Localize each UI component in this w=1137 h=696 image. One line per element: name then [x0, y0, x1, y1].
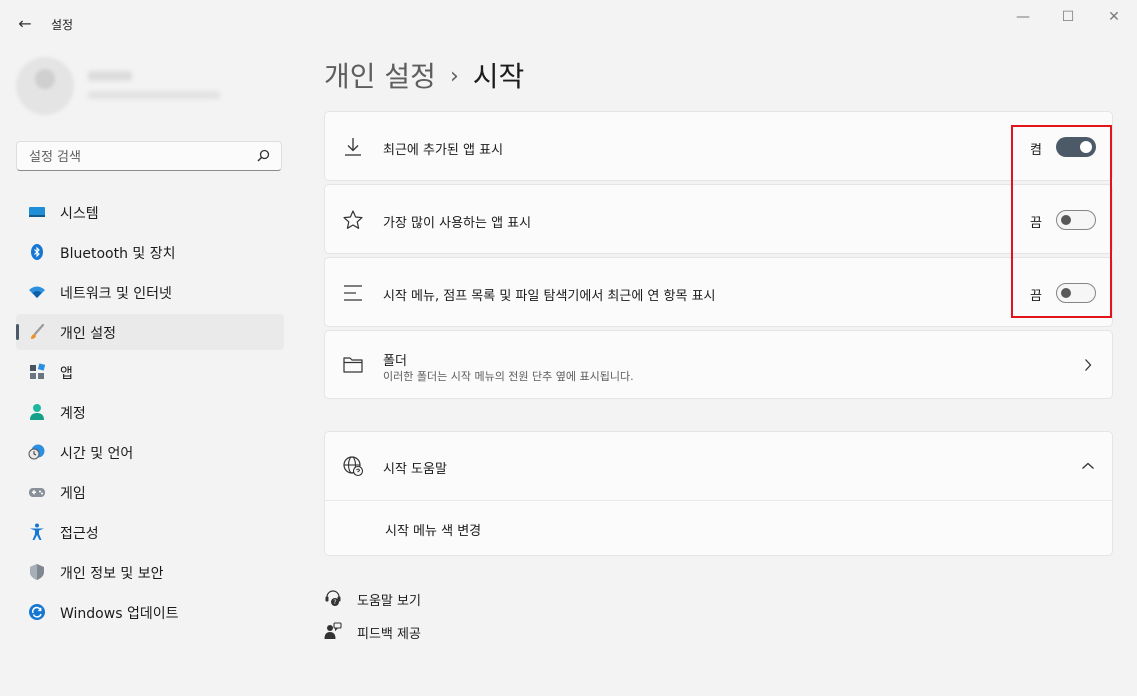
bluetooth-icon — [31, 244, 43, 260]
back-button[interactable]: ← — [14, 13, 36, 35]
setting-folders[interactable]: 폴더 이러한 폴더는 시작 메뉴의 전원 단추 옆에 표시됩니다. — [324, 330, 1113, 399]
shield-icon — [30, 564, 44, 580]
chevron-up-icon[interactable] — [1080, 458, 1096, 474]
list-icon — [344, 285, 362, 301]
annotation-highlight-box — [1011, 125, 1112, 318]
sidebar-item-label: 앱 — [60, 366, 73, 382]
sidebar-item-personalization[interactable]: 개인 설정 — [16, 314, 284, 350]
sidebar-item-label: Bluetooth 및 장치 — [60, 246, 176, 262]
help-section: 시작 도움말 시작 메뉴 색 변경 — [324, 431, 1113, 556]
sidebar-item-network[interactable]: 네트워크 및 인터넷 — [16, 274, 284, 310]
account-icon — [30, 404, 44, 420]
setting-label: 시작 메뉴, 점프 목록 및 파일 탐색기에서 최근에 연 항목 표시 — [383, 289, 716, 304]
setting-label: 가장 많이 사용하는 앱 표시 — [383, 216, 532, 231]
help-section-title: 시작 도움말 — [383, 462, 447, 477]
sidebar-item-label: 계정 — [60, 406, 86, 422]
breadcrumb-parent[interactable]: 개인 설정 — [324, 60, 436, 93]
brush-icon — [31, 323, 45, 339]
page-title: 시작 — [472, 60, 525, 93]
help-section-header[interactable]: 시작 도움말 — [325, 432, 1112, 500]
chevron-right-icon — [1085, 359, 1092, 371]
sidebar-item-gaming[interactable]: 게임 — [16, 474, 284, 510]
folder-icon — [343, 357, 363, 373]
sidebar-item-label: 게임 — [60, 486, 86, 502]
sidebar-item-bluetooth[interactable]: Bluetooth 및 장치 — [16, 234, 284, 270]
sidebar-item-accounts[interactable]: 계정 — [16, 394, 284, 430]
breadcrumb: 개인 설정 › 시작 — [324, 55, 524, 95]
window-title: 설정 — [51, 18, 74, 32]
setting-description: 이러한 폴더는 시작 메뉴의 전원 단추 옆에 표시됩니다. — [383, 370, 634, 383]
sidebar-nav: 시스템 Bluetooth 및 장치 네트워크 및 인터넷 개인 설정 앱 계정… — [16, 194, 284, 634]
setting-most-used-apps: 가장 많이 사용하는 앱 표시 끔 — [324, 184, 1113, 254]
apps-icon — [30, 363, 46, 379]
sidebar-item-accessibility[interactable]: 접근성 — [16, 514, 284, 550]
sidebar-item-windows-update[interactable]: Windows 업데이트 — [16, 594, 284, 630]
user-profile[interactable] — [16, 57, 256, 117]
close-button[interactable]: ✕ — [1094, 6, 1134, 28]
help-link-change-start-color[interactable]: 시작 메뉴 색 변경 — [385, 520, 481, 539]
get-help-label: 도움말 보기 — [357, 594, 421, 609]
profile-email-redacted — [88, 91, 220, 99]
maximize-button[interactable]: ☐ — [1048, 6, 1088, 28]
minimize-button[interactable]: — — [1003, 6, 1043, 28]
wifi-icon — [29, 286, 45, 298]
sidebar-item-label: 접근성 — [60, 526, 99, 542]
accessibility-icon — [30, 523, 44, 540]
search-icon[interactable] — [255, 148, 271, 164]
sidebar-item-time-language[interactable]: 시간 및 언어 — [16, 434, 284, 470]
download-icon — [345, 138, 361, 156]
time-language-icon — [28, 444, 45, 460]
title-bar: ← 설정 — ☐ ✕ — [0, 0, 1137, 46]
sidebar-item-label: Windows 업데이트 — [60, 606, 179, 622]
sidebar-item-label: 시스템 — [60, 206, 99, 222]
star-icon — [343, 210, 363, 229]
feedback-label: 피드백 제공 — [357, 627, 421, 642]
feedback-icon — [324, 622, 342, 639]
sidebar-item-label: 개인 설정 — [60, 326, 116, 342]
help-chat-icon: ? — [325, 590, 341, 606]
divider — [325, 500, 1112, 501]
globe-help-icon — [343, 456, 364, 477]
update-icon — [29, 604, 45, 620]
svg-text:?: ? — [333, 599, 336, 606]
sidebar-item-label: 개인 정보 및 보안 — [60, 566, 164, 582]
sidebar-item-system[interactable]: 시스템 — [16, 194, 284, 230]
avatar — [16, 57, 74, 115]
profile-name-redacted — [88, 71, 132, 81]
breadcrumb-separator: › — [449, 64, 459, 89]
setting-label: 최근에 추가된 앱 표시 — [383, 143, 504, 158]
setting-recent-apps: 최근에 추가된 앱 표시 켬 — [324, 111, 1113, 181]
sidebar-item-apps[interactable]: 앱 — [16, 354, 284, 390]
sidebar-item-label: 시간 및 언어 — [60, 446, 134, 462]
setting-label: 폴더 — [383, 354, 407, 369]
search-input[interactable] — [27, 142, 251, 172]
system-icon — [29, 207, 45, 217]
setting-recent-items: 시작 메뉴, 점프 목록 및 파일 탐색기에서 최근에 연 항목 표시 끔 — [324, 257, 1113, 327]
search-box[interactable] — [16, 141, 282, 172]
sidebar-item-label: 네트워크 및 인터넷 — [60, 286, 172, 302]
sidebar-item-privacy[interactable]: 개인 정보 및 보안 — [16, 554, 284, 590]
gamepad-icon — [29, 488, 45, 497]
back-arrow-icon: ← — [18, 14, 32, 33]
